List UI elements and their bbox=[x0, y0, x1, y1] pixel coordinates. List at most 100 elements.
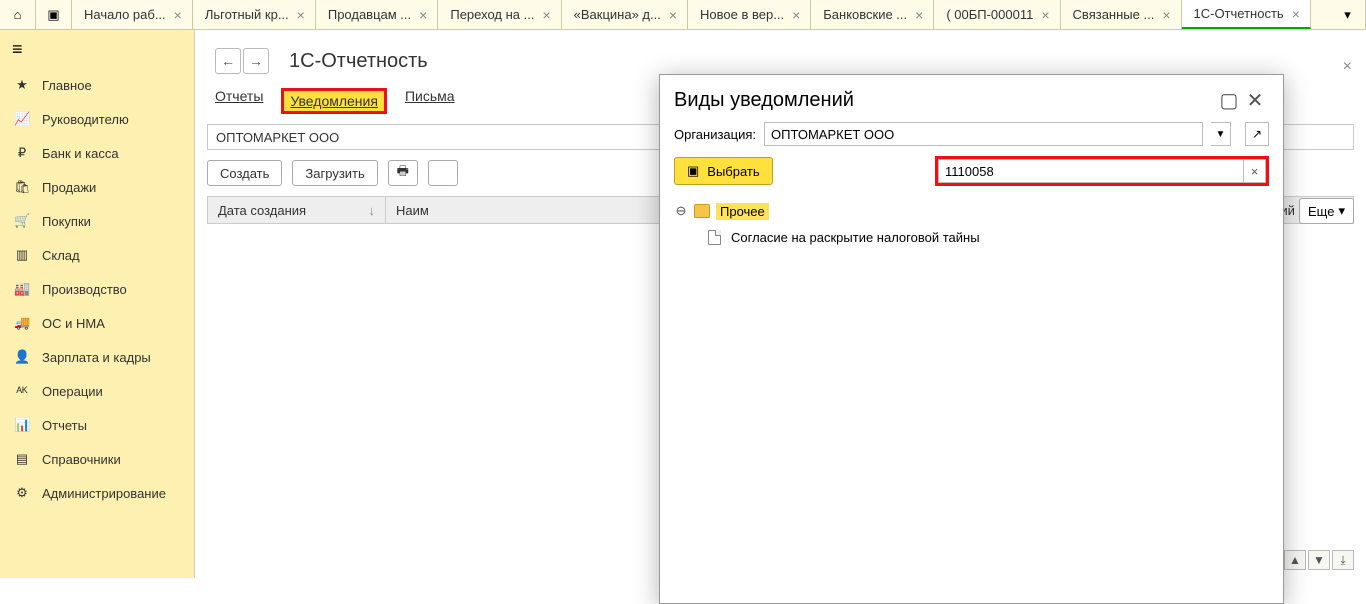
button-label: Загрузить bbox=[305, 166, 364, 181]
sidebar-item-label: Администрирование bbox=[42, 486, 166, 501]
more-button[interactable]: Еще▾ bbox=[1299, 198, 1354, 224]
select-button[interactable]: ▣ Выбрать bbox=[674, 157, 773, 185]
tab-label: Начало раб... bbox=[84, 7, 166, 22]
ledger-icon: ᴬᴷ bbox=[14, 384, 30, 399]
tree-view: ⊖ Прочее Согласие на раскрытие налоговой… bbox=[660, 194, 1283, 254]
tab-label: Банковские ... bbox=[823, 7, 907, 22]
close-icon[interactable]: × bbox=[790, 7, 802, 23]
home-button[interactable]: ⌂ bbox=[0, 0, 36, 29]
close-icon[interactable]: × bbox=[172, 7, 184, 23]
create-button[interactable]: Создать bbox=[207, 160, 282, 186]
close-icon[interactable]: × bbox=[417, 7, 429, 23]
printer-icon: 🖶 bbox=[397, 162, 409, 184]
book-icon: ▤ bbox=[14, 451, 30, 467]
sidebar-item-reports[interactable]: 📊Отчеты bbox=[0, 408, 194, 442]
sidebar-item-purchases[interactable]: 🛒 Покупки bbox=[0, 204, 194, 238]
sidebar-item-label: Производство bbox=[42, 282, 127, 297]
sidebar-item-bank[interactable]: ₽Банк и касса bbox=[0, 136, 194, 170]
search-input[interactable] bbox=[938, 159, 1244, 183]
sidebar-item-payroll[interactable]: 👤 Зарплата и кадры bbox=[0, 340, 194, 374]
dialog-title: Виды уведомлений bbox=[674, 89, 854, 112]
page-close-button[interactable]: × bbox=[1343, 58, 1352, 76]
sidebar-item-assets[interactable]: 🚚ОС и НМА bbox=[0, 306, 194, 340]
search-highlight: × bbox=[935, 156, 1269, 186]
tree-item-label: Согласие на раскрытие налоговой тайны bbox=[731, 230, 980, 245]
star-icon: ★ bbox=[14, 77, 30, 93]
subtab-letters[interactable]: Письма bbox=[405, 88, 455, 114]
sidebar-item-label: Операции bbox=[42, 384, 103, 399]
tree-folder-row[interactable]: ⊖ Прочее bbox=[674, 198, 1269, 224]
top-tab-bar: ⌂ ▣ Начало раб... × Льготный кр... × Про… bbox=[0, 0, 1366, 30]
close-icon[interactable]: × bbox=[667, 7, 679, 23]
sidebar-item-label: Руководителю bbox=[42, 112, 129, 127]
tab-transition[interactable]: Переход на ... × bbox=[438, 0, 561, 29]
tab-new[interactable]: Новое в вер... × bbox=[688, 0, 811, 29]
close-icon[interactable]: × bbox=[295, 7, 307, 23]
collapse-icon[interactable]: ⊖ bbox=[674, 203, 688, 219]
tab-overflow-button[interactable]: ▾ bbox=[1330, 0, 1366, 29]
person-icon: 👤 bbox=[14, 349, 30, 365]
ruble-icon: ₽ bbox=[14, 145, 30, 161]
button-label: Выбрать bbox=[707, 164, 759, 179]
org-open-button[interactable]: ↗ bbox=[1245, 122, 1269, 146]
tab-credit[interactable]: Льготный кр... × bbox=[193, 0, 316, 29]
sidebar-item-sales[interactable]: 🛍Продажи bbox=[0, 170, 194, 204]
tab-sellers[interactable]: Продавцам ... × bbox=[316, 0, 439, 29]
close-icon[interactable]: × bbox=[1039, 7, 1051, 23]
print-button[interactable]: 🖶 bbox=[388, 160, 418, 186]
tab-bank[interactable]: Банковские ... × bbox=[811, 0, 934, 29]
panels-button[interactable]: ▣ bbox=[36, 0, 72, 29]
close-icon[interactable]: × bbox=[1290, 6, 1302, 22]
tabs-container: Начало раб... × Льготный кр... × Продавц… bbox=[72, 0, 1330, 29]
sidebar-item-warehouse[interactable]: ▥Склад bbox=[0, 238, 194, 272]
sidebar-item-label: Зарплата и кадры bbox=[42, 350, 151, 365]
org-select-field[interactable]: ОПТОМАРКЕТ ООО bbox=[764, 122, 1203, 146]
tree-item-row[interactable]: Согласие на раскрытие налоговой тайны bbox=[674, 224, 1269, 250]
grid-icon: ▥ bbox=[14, 247, 30, 263]
notification-types-dialog: Виды уведомлений ▢ ✕ Организация: ОПТОМА… bbox=[659, 74, 1284, 604]
subtab-reports[interactable]: Отчеты bbox=[215, 88, 263, 114]
nav-history: ← → bbox=[215, 48, 269, 74]
tab-reporting[interactable]: 1С-Отчетность × bbox=[1182, 0, 1311, 29]
sidebar-item-admin[interactable]: ⚙ Администрирование bbox=[0, 476, 194, 510]
sidebar-item-manager[interactable]: 📈Руководителю bbox=[0, 102, 194, 136]
sidebar-item-main[interactable]: ★Главное bbox=[0, 68, 194, 102]
tab-start[interactable]: Начало раб... × bbox=[72, 0, 193, 29]
content-area: × ← → 1С-Отчетность Отчеты Уведомления П… bbox=[195, 30, 1366, 578]
subtab-notifications[interactable]: Уведомления bbox=[281, 88, 387, 114]
scroll-bottom-button[interactable]: ⤓ bbox=[1332, 550, 1354, 570]
tab-label: 1С-Отчетность bbox=[1194, 6, 1284, 21]
org-dropdown-button[interactable]: ▼ bbox=[1211, 122, 1231, 146]
scroll-down-button[interactable]: ▼ bbox=[1308, 550, 1330, 570]
search-clear-button[interactable]: × bbox=[1244, 159, 1266, 183]
chevron-down-icon: ▾ bbox=[1338, 203, 1345, 219]
tab-related[interactable]: Связанные ... × bbox=[1061, 0, 1182, 29]
nav-forward-button[interactable]: → bbox=[243, 48, 269, 74]
column-label: Наим bbox=[396, 203, 429, 218]
close-icon[interactable]: × bbox=[913, 7, 925, 23]
nav-back-button[interactable]: ← bbox=[215, 48, 241, 74]
dialog-close-button[interactable]: ✕ bbox=[1245, 91, 1265, 111]
factory-icon: 🏭 bbox=[14, 281, 30, 297]
scroll-up-button[interactable]: ▲ bbox=[1284, 550, 1306, 570]
bar-chart-icon: 📊 bbox=[14, 417, 30, 433]
menu-toggle[interactable]: ≡ bbox=[0, 30, 194, 68]
org-value: ОПТОМАРКЕТ ООО bbox=[771, 127, 894, 142]
tab-docnum[interactable]: ( 00БП-000011 × bbox=[934, 0, 1060, 29]
cart-icon: 🛒 bbox=[14, 213, 30, 229]
dialog-maximize-button[interactable]: ▢ bbox=[1219, 91, 1239, 111]
gear-icon: ⚙ bbox=[14, 485, 30, 501]
close-icon[interactable]: × bbox=[1160, 7, 1172, 23]
sidebar-item-directories[interactable]: ▤Справочники bbox=[0, 442, 194, 476]
tab-vaccine[interactable]: «Вакцина» д... × bbox=[562, 0, 688, 29]
sidebar-item-label: Покупки bbox=[42, 214, 91, 229]
tab-label: Льготный кр... bbox=[205, 7, 289, 22]
sidebar-item-operations[interactable]: ᴬᴷ Операции bbox=[0, 374, 194, 408]
sidebar-item-production[interactable]: 🏭 Производство bbox=[0, 272, 194, 306]
close-icon[interactable]: × bbox=[540, 7, 552, 23]
extra-button-1[interactable] bbox=[428, 160, 458, 186]
load-button[interactable]: Загрузить bbox=[292, 160, 377, 186]
org-label: Организация: bbox=[674, 127, 756, 142]
column-date[interactable]: Дата создания↓ bbox=[208, 197, 386, 223]
sort-indicator-icon: ↓ bbox=[369, 203, 376, 218]
